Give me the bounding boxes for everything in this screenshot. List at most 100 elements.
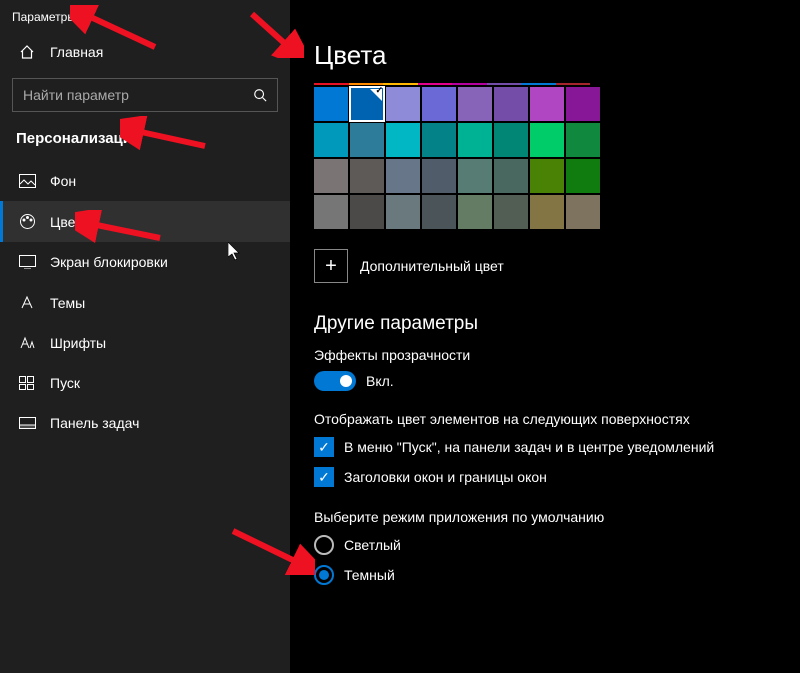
accent-preview-swatch [383,83,418,85]
sidebar-nav: Фон Цвета Экран блокировки Темы [0,161,290,443]
color-grid [314,87,776,229]
section-title: Персонализация [0,126,290,161]
custom-color-button[interactable]: + Дополнительный цвет [314,249,776,283]
color-swatch[interactable] [458,87,492,121]
home-button[interactable]: Главная [0,34,290,70]
transparency-toggle[interactable]: Вкл. [314,371,776,391]
plus-icon: + [314,249,348,283]
search-placeholder: Найти параметр [23,87,129,103]
color-swatch[interactable] [350,195,384,229]
accent-preview-swatch [556,83,591,85]
color-swatch[interactable] [494,123,528,157]
themes-icon [18,294,36,311]
checkbox-label: В меню "Пуск", на панели задач и в центр… [344,439,714,455]
color-swatch[interactable] [314,87,348,121]
sidebar-item-lockscreen[interactable]: Экран блокировки [0,242,290,282]
color-swatch[interactable] [422,87,456,121]
color-swatch[interactable] [422,195,456,229]
color-row [314,87,776,121]
checkbox-label: Заголовки окон и границы окон [344,469,547,485]
surfaces-label: Отображать цвет элементов на следующих п… [314,411,776,427]
window-title: Параметры [0,6,290,34]
color-swatch[interactable] [422,159,456,193]
color-swatch[interactable] [458,195,492,229]
color-swatch[interactable] [386,87,420,121]
sidebar-item-label: Фон [50,173,76,189]
color-swatch[interactable] [566,159,600,193]
color-swatch[interactable] [314,159,348,193]
color-swatch[interactable] [386,123,420,157]
transparency-label: Эффекты прозрачности [314,347,776,363]
color-swatch[interactable] [566,123,600,157]
color-swatch[interactable] [494,195,528,229]
sidebar-item-themes[interactable]: Темы [0,282,290,323]
color-swatch[interactable] [494,159,528,193]
checkbox-title-bars[interactable]: ✓ Заголовки окон и границы окон [314,467,776,487]
home-icon [18,44,36,60]
picture-icon [18,174,36,188]
app-mode-label: Выберите режим приложения по умолчанию [314,509,776,525]
color-swatch[interactable] [530,123,564,157]
custom-color-label: Дополнительный цвет [360,258,504,274]
accent-preview-swatch [487,83,522,85]
color-swatch[interactable] [458,123,492,157]
taskbar-icon [18,417,36,429]
sidebar-item-label: Панель задач [50,415,139,431]
color-swatch[interactable] [494,87,528,121]
sidebar-item-label: Темы [50,295,85,311]
page-title: Цвета [314,40,776,71]
color-swatch[interactable] [314,123,348,157]
color-swatch[interactable] [386,159,420,193]
sidebar-item-fonts[interactable]: Шрифты [0,323,290,363]
sidebar-item-label: Пуск [50,375,80,391]
search-icon [253,88,267,102]
color-swatch[interactable] [314,195,348,229]
home-label: Главная [50,44,103,60]
color-swatch[interactable] [530,195,564,229]
start-icon [18,376,36,390]
radio-dark-mode[interactable]: Темный [314,565,776,585]
radio-icon [314,535,334,555]
color-swatch[interactable] [386,195,420,229]
color-swatch[interactable] [350,87,384,121]
toggle-state-label: Вкл. [366,373,394,389]
color-row [314,195,776,229]
color-swatch[interactable] [566,195,600,229]
sidebar-item-colors[interactable]: Цвета [0,201,290,242]
sidebar-item-label: Экран блокировки [50,254,168,270]
sidebar-item-background[interactable]: Фон [0,161,290,201]
color-swatch[interactable] [350,159,384,193]
content-pane: Цвета + Дополнительный цвет Другие парам… [290,0,800,673]
accent-preview-line [314,83,590,85]
accent-preview-swatch [521,83,556,85]
color-swatch[interactable] [350,123,384,157]
color-swatch[interactable] [458,159,492,193]
radio-label: Светлый [344,537,401,553]
color-swatch[interactable] [566,87,600,121]
accent-preview-swatch [418,83,453,85]
radio-label: Темный [344,567,395,583]
sidebar-item-label: Шрифты [50,335,106,351]
sidebar-item-taskbar[interactable]: Панель задач [0,403,290,443]
other-settings-heading: Другие параметры [314,313,776,335]
search-input[interactable]: Найти параметр [12,78,278,112]
checkmark-icon: ✓ [314,437,334,457]
color-swatch[interactable] [530,87,564,121]
radio-light-mode[interactable]: Светлый [314,535,776,555]
accent-preview-swatch [452,83,487,85]
sidebar: Параметры Главная Найти параметр Персона… [0,0,290,673]
checkbox-start-taskbar[interactable]: ✓ В меню "Пуск", на панели задач и в цен… [314,437,776,457]
color-swatch[interactable] [530,159,564,193]
color-row [314,159,776,193]
lockscreen-icon [18,255,36,269]
color-swatch[interactable] [422,123,456,157]
color-row [314,123,776,157]
radio-icon [314,565,334,585]
palette-icon [18,213,36,230]
sidebar-item-label: Цвета [50,214,89,230]
fonts-icon [18,336,36,350]
sidebar-item-start[interactable]: Пуск [0,363,290,403]
accent-preview-swatch [314,83,349,85]
toggle-track [314,371,356,391]
checkmark-icon: ✓ [314,467,334,487]
